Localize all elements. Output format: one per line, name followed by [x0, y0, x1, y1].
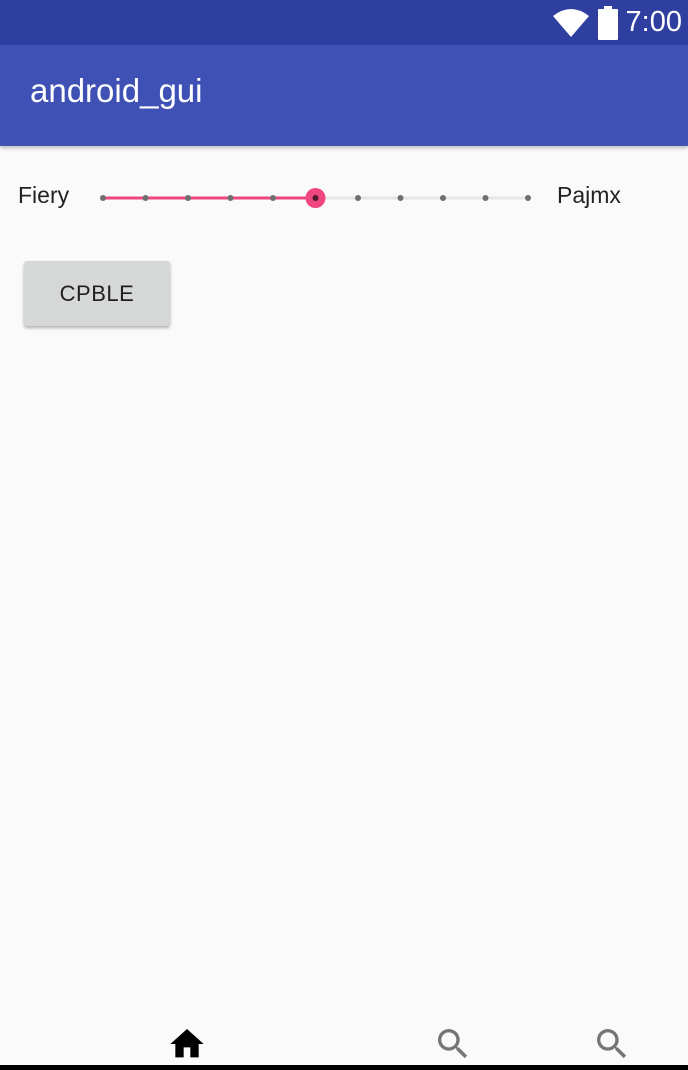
slider-tick	[185, 195, 191, 201]
bottom-edge	[0, 1065, 688, 1070]
battery-icon	[597, 5, 618, 40]
status-bar: 7:00	[0, 0, 688, 45]
search-icon[interactable]	[592, 1024, 632, 1064]
slider-tick	[440, 195, 446, 201]
status-time: 7:00	[625, 6, 682, 38]
slider-tick	[355, 195, 361, 201]
wifi-icon	[552, 8, 589, 37]
search-icon[interactable]	[433, 1024, 473, 1064]
status-icons: 7:00	[552, 0, 682, 45]
slider-label-left: Fiery	[18, 182, 70, 208]
discrete-slider[interactable]	[95, 170, 535, 226]
home-icon[interactable]	[167, 1024, 207, 1064]
cpble-button[interactable]: CPBLE	[24, 261, 170, 326]
slider-tick	[270, 195, 276, 201]
slider-thumb-tick	[312, 195, 319, 201]
slider-tick	[525, 195, 531, 201]
slider-tick	[100, 195, 106, 201]
slider-label-right: Pajmx	[557, 182, 621, 208]
app-title: android_gui	[30, 72, 203, 109]
slider-tick	[482, 195, 489, 201]
slider-row: Fiery Pajmx	[0, 170, 688, 226]
slider-tick	[227, 195, 234, 201]
slider-tick	[397, 195, 404, 201]
bottom-navigation	[0, 1010, 688, 1066]
slider-tick	[142, 195, 149, 201]
app-bar: android_gui	[0, 45, 688, 146]
